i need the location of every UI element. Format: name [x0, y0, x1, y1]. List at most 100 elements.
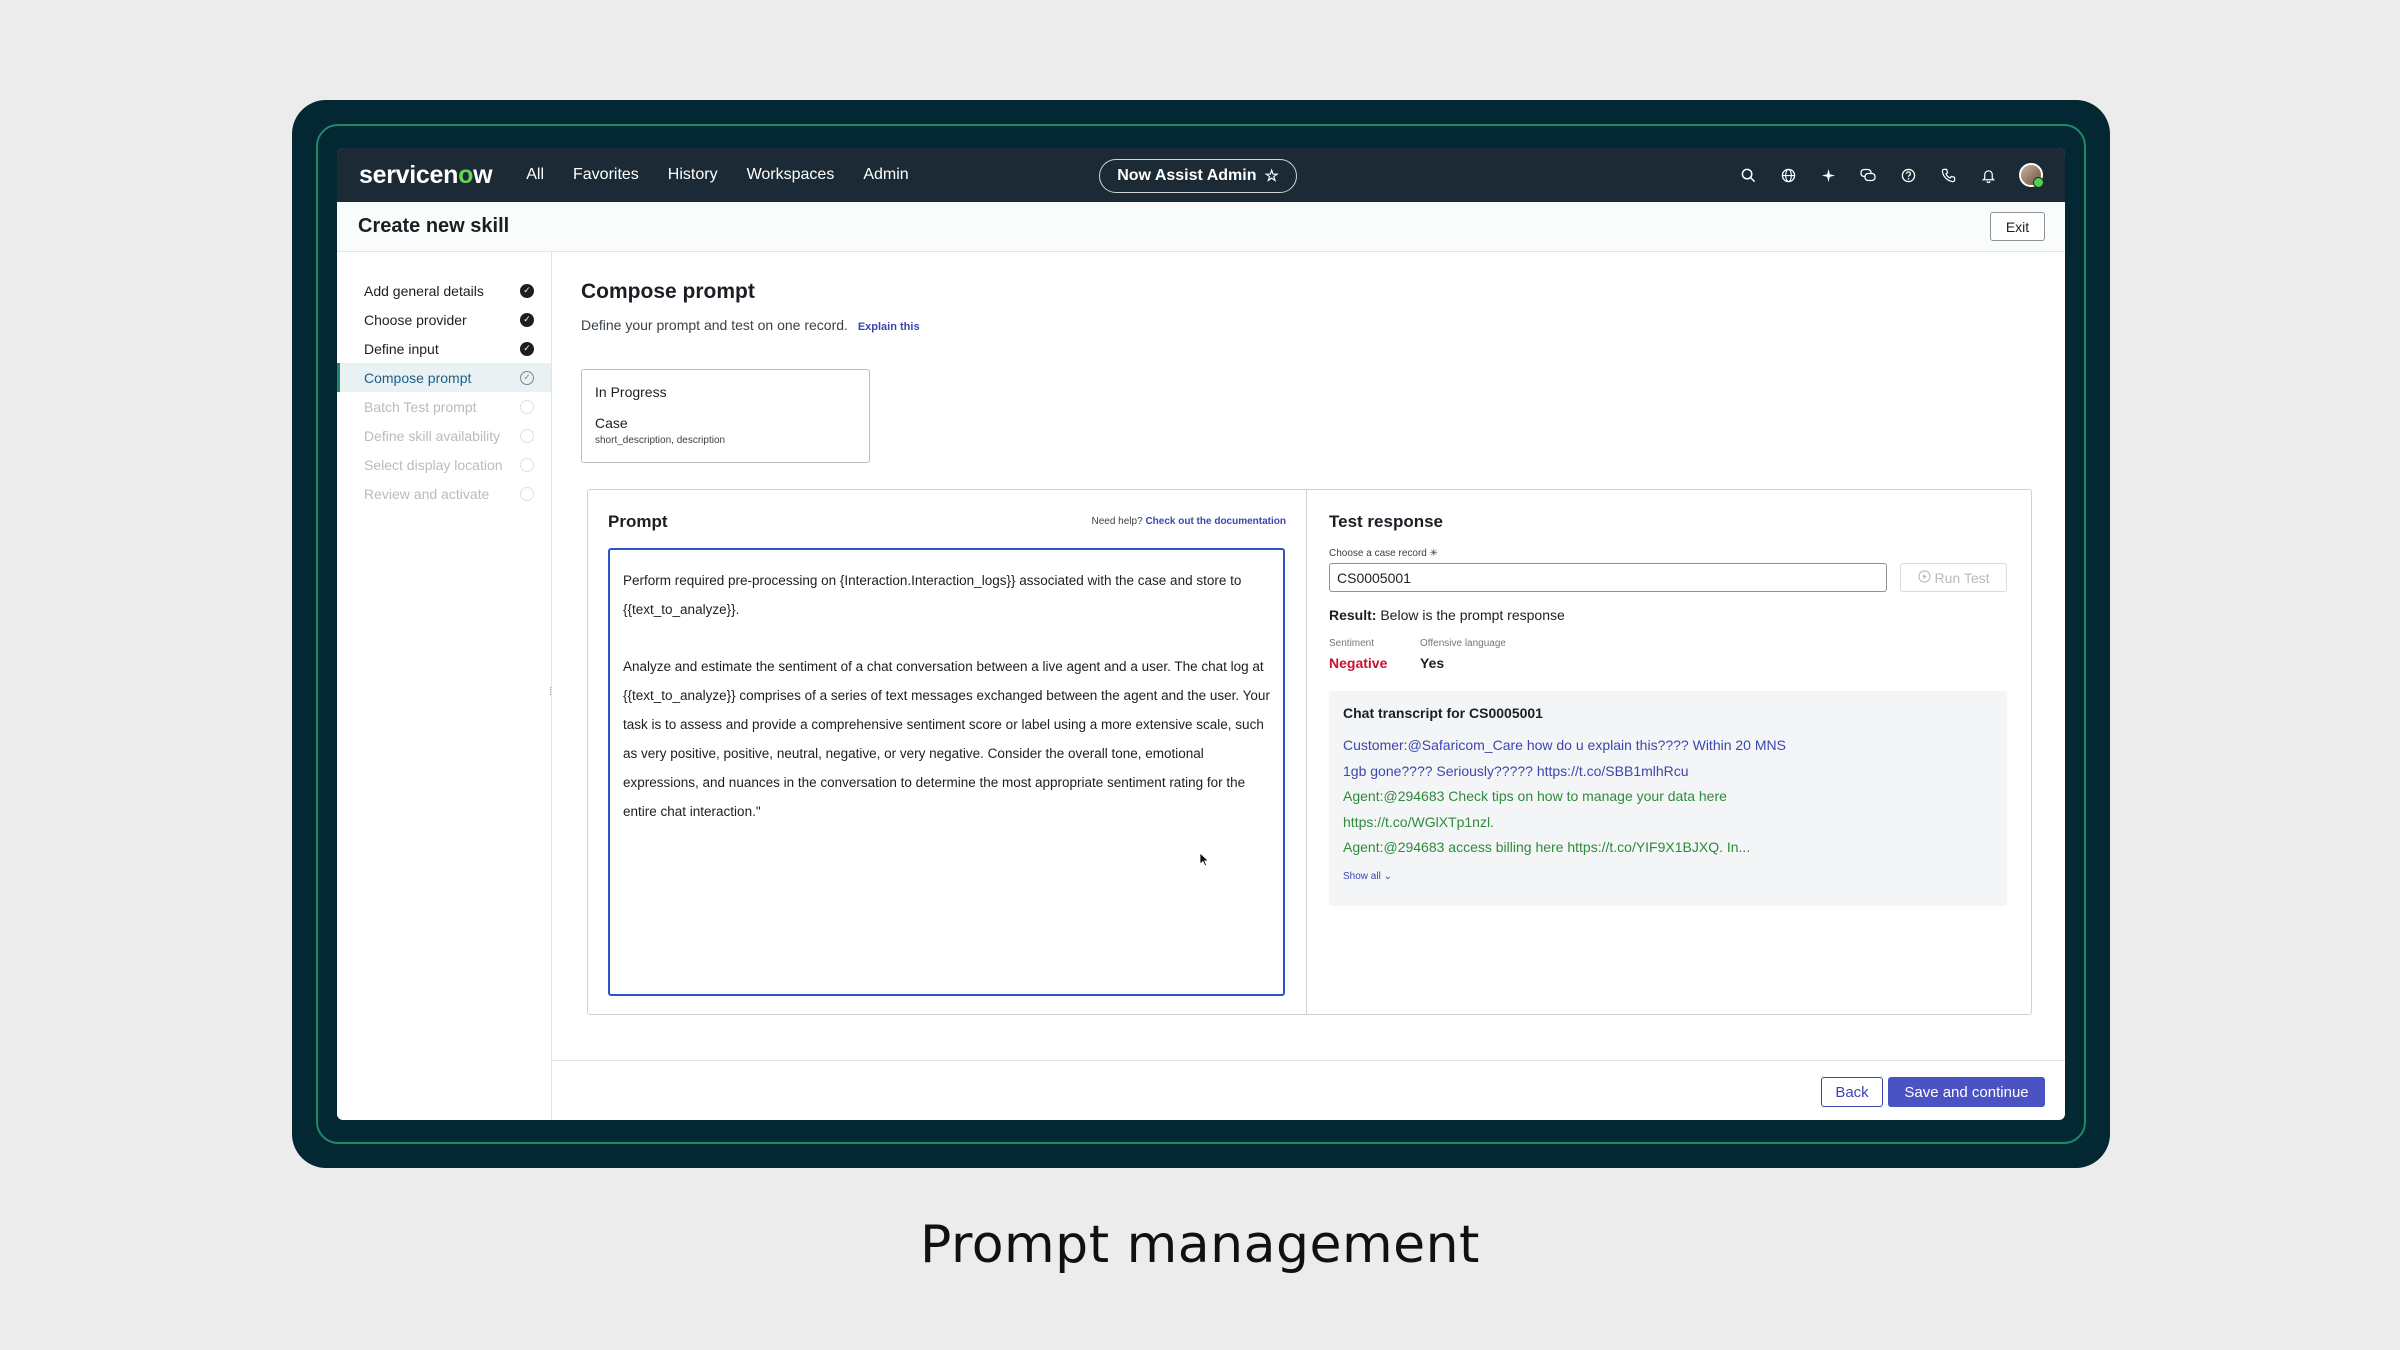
transcript-line: Agent:@294683 Check tips on how to manag… [1343, 788, 1727, 804]
required-mark: ✳ [1429, 548, 1439, 559]
check-circle-icon: ✓ [520, 341, 534, 356]
step-review-and-activate[interactable]: Review and activate [337, 479, 551, 508]
sparkle-icon[interactable] [1819, 166, 1837, 184]
prompt-section: Prompt Need help? Check out the document… [588, 490, 1307, 1014]
result-line: Result: Below is the prompt response [1329, 607, 1565, 623]
phone-icon[interactable] [1939, 166, 1957, 184]
logo-text-o: o [458, 160, 474, 189]
nav-favorites[interactable]: Favorites [573, 166, 639, 184]
chat-icon[interactable] [1859, 166, 1877, 184]
sentiment-label: Sentiment [1329, 638, 1375, 649]
steps-sidebar: Add general details ✓ Choose provider ✓ … [337, 252, 552, 1120]
save-and-continue-button[interactable]: Save and continue [1888, 1077, 2045, 1107]
documentation-link[interactable]: Check out the documentation [1145, 516, 1286, 527]
step-label: Select display location [364, 456, 503, 473]
header-icons [1739, 148, 2044, 202]
empty-circle-icon [520, 457, 534, 472]
case-record-input[interactable] [1329, 563, 1887, 592]
nav-all[interactable]: All [526, 166, 544, 184]
step-compose-prompt[interactable]: Compose prompt ✓ [337, 363, 551, 392]
help-icon[interactable] [1899, 166, 1917, 184]
offensive-language-metric: Offensive language Yes [1420, 638, 1506, 671]
transcript-title: Chat transcript for CS0005001 [1343, 705, 1543, 721]
check-circle-icon: ✓ [520, 312, 534, 327]
test-response-section: Test response Choose a case record ✳ Run… [1308, 490, 2031, 1014]
step-label: Compose prompt [364, 369, 472, 386]
run-test-label: Run Test [1934, 569, 1990, 586]
step-label: Define input [364, 340, 439, 357]
transcript-line: https://t.co/WGlXTp1nzl. [1343, 813, 1494, 830]
case-record-label: Choose a case record ✳ [1329, 548, 1438, 559]
section-subtitle: Define your prompt and test on one recor… [581, 317, 920, 333]
device-frame: servicenow All Favorites History Workspa… [292, 100, 2110, 1168]
exit-button[interactable]: Exit [1990, 212, 2045, 241]
nav-workspaces[interactable]: Workspaces [747, 166, 835, 184]
run-test-button[interactable]: Run Test [1900, 563, 2007, 592]
top-navigation: servicenow All Favorites History Workspa… [337, 148, 2065, 202]
show-all-link[interactable]: Show all ⌄ [1343, 871, 1993, 882]
transcript-line: 1gb gone???? Seriously????? https://t.co… [1343, 762, 1689, 779]
result-prefix: Result: [1329, 607, 1377, 623]
explain-this-link[interactable]: Explain this [858, 321, 920, 333]
help-text: Need help? Check out the documentation [1092, 516, 1287, 527]
prompt-paragraph-2: Analyze and estimate the sentiment of a … [623, 659, 1270, 819]
prompt-paragraph-1: Perform required pre-processing on {Inte… [623, 573, 1242, 617]
step-label: Add general details [364, 282, 484, 299]
step-label: Choose provider [364, 311, 467, 328]
back-button[interactable]: Back [1821, 1077, 1883, 1107]
main-content: Compose prompt Define your prompt and te… [552, 252, 2065, 1120]
pill-label: Now Assist Admin [1117, 167, 1257, 184]
page-header: Create new skill Exit [337, 202, 2065, 252]
show-all-label: Show all [1343, 870, 1381, 882]
step-define-skill-availability[interactable]: Define skill availability [337, 421, 551, 450]
star-icon[interactable]: ☆ [1264, 166, 1278, 186]
step-select-display-location[interactable]: Select display location [337, 450, 551, 479]
offensive-label: Offensive language [1420, 638, 1506, 649]
transcript-line: Customer:@Safaricom_Care how do u explai… [1343, 737, 1786, 753]
subtitle-text: Define your prompt and test on one recor… [581, 317, 848, 333]
play-circle-icon [1917, 569, 1931, 586]
page-title: Create new skill [358, 215, 510, 237]
section-title: Compose prompt [581, 280, 755, 303]
prompt-heading: Prompt [608, 512, 668, 531]
sentiment-value: Negative [1329, 655, 1388, 671]
help-prefix: Need help? [1091, 516, 1143, 527]
now-assist-admin-pill[interactable]: Now Assist Admin ☆ [1099, 159, 1297, 193]
servicenow-logo[interactable]: servicenow [359, 160, 493, 190]
step-add-general-details[interactable]: Add general details ✓ [337, 276, 551, 305]
record-state: In Progress [595, 384, 667, 400]
mouse-cursor-icon [1199, 848, 1210, 877]
action-footer: Back Save and continue [552, 1060, 2065, 1120]
step-label: Review and activate [364, 485, 490, 502]
logo-text-prefix: servicen [359, 160, 459, 189]
record-table: Case [595, 415, 628, 431]
nav-history[interactable]: History [668, 166, 718, 184]
empty-circle-icon [520, 428, 534, 443]
slide-caption: Prompt management [920, 1215, 1480, 1275]
result-text: Below is the prompt response [1380, 607, 1565, 623]
bell-icon[interactable] [1979, 166, 1997, 184]
step-batch-test-prompt[interactable]: Batch Test prompt [337, 392, 551, 421]
globe-icon[interactable] [1779, 166, 1797, 184]
empty-circle-icon [520, 399, 534, 414]
prompt-editor[interactable]: Perform required pre-processing on {Inte… [608, 548, 1285, 996]
prompt-test-panel: Prompt Need help? Check out the document… [587, 489, 2032, 1015]
sentiment-metric: Sentiment Negative [1329, 638, 1387, 671]
record-fields: short_description, description [595, 435, 726, 446]
search-icon[interactable] [1739, 166, 1757, 184]
nav-admin[interactable]: Admin [863, 166, 908, 184]
transcript-line: Agent:@294683 access billing here https:… [1343, 839, 1751, 855]
step-label: Define skill availability [364, 427, 501, 444]
test-response-heading: Test response [1329, 512, 1444, 531]
check-circle-icon: ✓ [520, 283, 534, 298]
progress-circle-icon: ✓ [520, 370, 534, 385]
step-label: Batch Test prompt [364, 398, 477, 415]
step-define-input[interactable]: Define input ✓ [337, 334, 551, 363]
step-choose-provider[interactable]: Choose provider ✓ [337, 305, 551, 334]
case-record-label-text: Choose a case record [1329, 548, 1427, 559]
offensive-value: Yes [1420, 655, 1445, 671]
chat-transcript-box: Chat transcript for CS0005001 Customer:@… [1329, 691, 2007, 906]
chevron-down-icon: ⌄ [1383, 870, 1392, 882]
app-screen: servicenow All Favorites History Workspa… [337, 148, 2065, 1120]
user-avatar[interactable] [2019, 163, 2044, 188]
